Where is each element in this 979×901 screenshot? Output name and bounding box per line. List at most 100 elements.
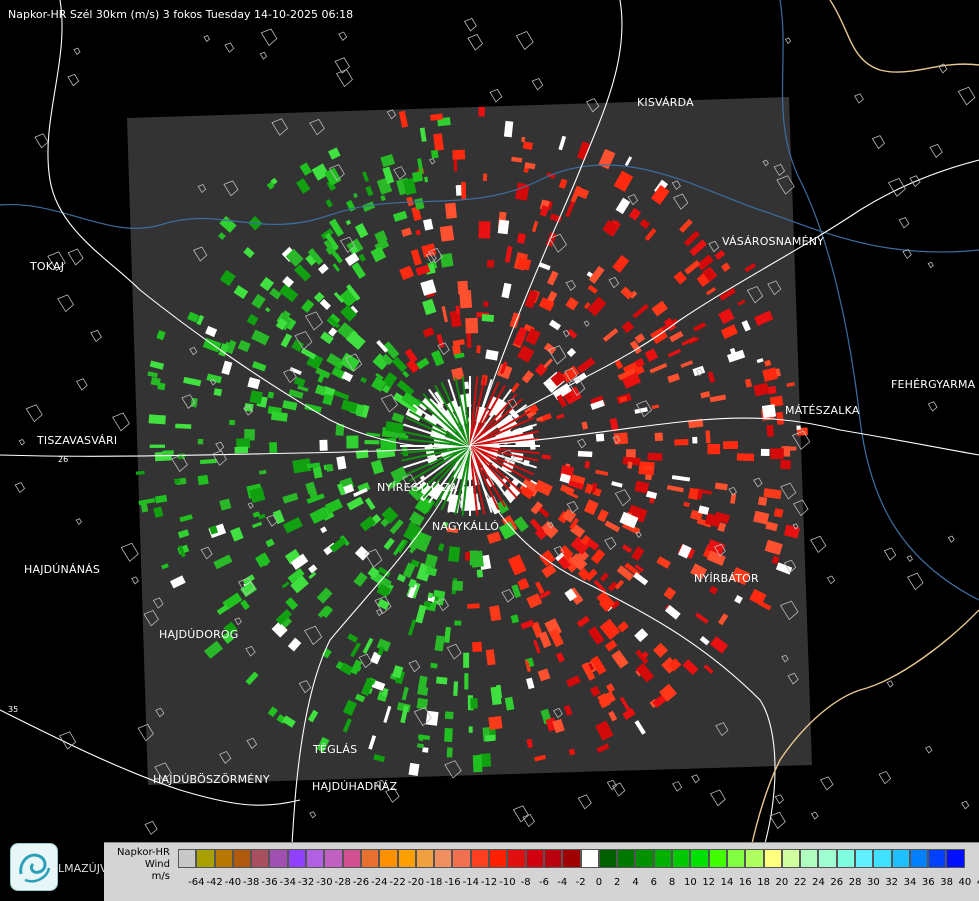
echo-cell [229, 419, 236, 426]
echo-cell [472, 754, 483, 773]
legend-swatch [452, 849, 471, 868]
legend-swatch [617, 849, 636, 868]
echo-cell [782, 446, 797, 451]
legend-swatch [324, 849, 343, 868]
legend-swatch [854, 849, 874, 868]
legend-swatch [635, 849, 654, 868]
city-label-hajdunanas: HAJDÚNÁNÁS [24, 563, 101, 576]
legend-tick-label: 12 [702, 877, 716, 888]
legend-swatch [360, 849, 380, 868]
legend-tick-label: 16 [738, 877, 752, 888]
legend-swatch [269, 849, 288, 868]
echo-cell [780, 459, 791, 470]
legend-tick-label: 34 [903, 877, 917, 888]
legend-tick-label: 26 [830, 877, 844, 888]
legend-swatch [598, 849, 618, 868]
city-label-mateszalka: MÁTÉSZALKA [785, 404, 860, 417]
echo-cell [197, 474, 209, 486]
legend-tick-label: -26 [352, 877, 370, 888]
legend-tick-label: -28 [334, 877, 351, 888]
echo-cell [460, 181, 467, 200]
echo-cell [467, 603, 480, 609]
legend-tick-label: -30 [316, 877, 333, 888]
legend-tick-label: -20 [407, 877, 425, 888]
echo-cell [486, 259, 495, 268]
legend-swatch [470, 849, 490, 868]
echo-cell [465, 317, 479, 334]
echo-cell [766, 424, 774, 437]
echo-cell [190, 397, 198, 408]
legend-swatch [800, 849, 819, 868]
legend-tick-label: 32 [885, 877, 899, 888]
echo-cell [466, 331, 472, 348]
legend-swatch [836, 849, 855, 868]
map-title: Napkor-HR Szél 30km (m/s) 3 fokos Tuesda… [8, 8, 354, 21]
legend-tick-label: -8 [520, 877, 531, 888]
legend-tick-label: 22 [793, 877, 807, 888]
echo-cell [472, 641, 483, 652]
legend-swatch [178, 849, 197, 868]
echo-cell [577, 450, 593, 458]
road-number-35: 35 [8, 705, 18, 714]
legend-swatch [781, 849, 801, 868]
echo-cell [757, 496, 768, 506]
echo-cell [444, 727, 453, 742]
legend-swatch [818, 849, 837, 868]
echo-cell [174, 478, 181, 484]
legend-swatch [909, 849, 929, 868]
legend-swatch [708, 849, 727, 868]
echo-cell [647, 452, 663, 461]
wind-color-legend: Napkor-HR Wind m/s -64 -42 -40 -38 -36 -34 -32… [104, 842, 979, 901]
legend-tick-label: -2 [575, 877, 586, 888]
legend-tick-label: -64 [188, 877, 205, 888]
echo-cell [364, 439, 380, 445]
echo-cell [760, 448, 770, 457]
legend-swatch [946, 849, 965, 868]
echo-cell [705, 430, 711, 444]
echo-cell [488, 716, 503, 730]
echo-cell [325, 464, 334, 472]
city-label-nyiregyhaza: NYÍREGYHÁZA [377, 481, 458, 494]
echo-cell [476, 569, 484, 578]
legend-tick-label: 18 [757, 877, 770, 888]
city-label-kisvarda: KISVÁRDA [637, 96, 694, 109]
legend-swatch [434, 849, 453, 868]
legend-variable: Wind [144, 859, 170, 870]
echo-cell [478, 221, 491, 239]
legend-swatch [507, 849, 526, 868]
echo-cell [148, 414, 166, 425]
echo-cell [478, 106, 485, 117]
city-label-hajduhadhaz: HAJDÚHADHÁZ [312, 780, 398, 793]
legend-swatch [653, 849, 673, 868]
legend-tick-label: 38 [940, 877, 953, 888]
echo-cell [453, 159, 458, 172]
legend-swatch [580, 849, 599, 868]
legend-tick-label: 14 [720, 877, 734, 888]
echo-cell [416, 697, 429, 710]
legend-tick-label: -16 [444, 877, 461, 888]
legend-tick-label: -6 [539, 877, 549, 888]
legend-tick-label: 24 [812, 877, 825, 888]
legend-swatches [178, 849, 965, 869]
legend-tick-label: 20 [775, 877, 789, 888]
legend-swatch [745, 849, 764, 868]
echo-cell [459, 290, 473, 309]
legend-tick-label: -22 [389, 877, 406, 888]
radar-map[interactable]: 26 35 [0, 0, 979, 900]
legend-swatch [214, 849, 233, 868]
echo-cell [468, 726, 473, 733]
legend-swatch [342, 849, 361, 868]
echo-cell [584, 460, 590, 469]
city-label-tokaj: TOKAJ [30, 260, 65, 273]
legend-tick-label: -10 [499, 877, 516, 888]
echo-cell [497, 219, 510, 235]
legend-tick-label: -42 [206, 877, 223, 888]
legend-tick-label: 4 [632, 877, 639, 888]
echo-cell [736, 453, 755, 462]
service-logo[interactable] [10, 843, 58, 891]
echo-cell [483, 301, 489, 307]
legend-tick-label: 10 [684, 877, 697, 888]
legend-tick-label: 2 [614, 877, 621, 888]
echo-cell [452, 149, 466, 160]
echo-cell [249, 390, 263, 405]
